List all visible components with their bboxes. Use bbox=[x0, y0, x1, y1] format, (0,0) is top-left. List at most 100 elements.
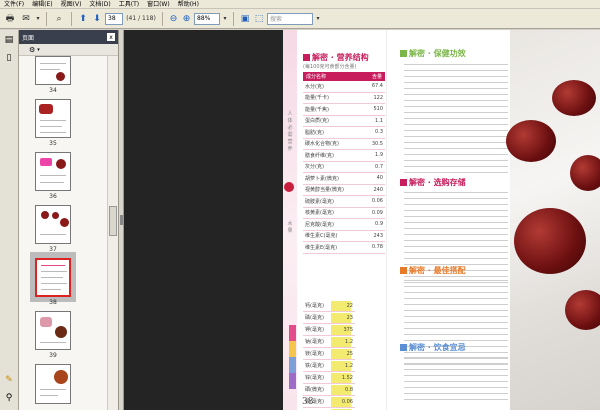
mineral-value: 0.06 bbox=[341, 398, 353, 405]
page-thumbnail[interactable] bbox=[35, 205, 71, 244]
menu-tools[interactable]: 工具(T) bbox=[115, 0, 143, 9]
comments-icon[interactable]: ✎ bbox=[3, 374, 15, 386]
mineral-name: 钾(毫克) bbox=[305, 327, 324, 333]
nutrient-name: 胡萝卜素(微克) bbox=[305, 175, 339, 182]
nutrient-name: 蛋白质(克) bbox=[305, 118, 329, 125]
pages-icon[interactable]: ▤ bbox=[3, 34, 15, 46]
nutrient-name: 硫胺素(毫克) bbox=[305, 198, 334, 205]
jujube-image bbox=[514, 208, 586, 274]
nutrient-name: 灰分(克) bbox=[305, 164, 324, 171]
gear-icon[interactable]: ⚙ bbox=[29, 46, 35, 54]
menu-help[interactable]: 帮助(H) bbox=[174, 0, 203, 9]
menu-document[interactable]: 文档(D) bbox=[85, 0, 114, 9]
find-icon[interactable]: ⌕ bbox=[52, 11, 66, 26]
table-row: 膳食纤维(克) 1.9 bbox=[303, 150, 385, 162]
table-row: 维生素E(毫克) 0.78 bbox=[303, 242, 385, 254]
nutrient-value: 1.1 bbox=[375, 117, 383, 124]
fit-page-icon[interactable]: ▣ bbox=[239, 11, 251, 26]
page-thumbnail[interactable] bbox=[35, 56, 71, 85]
table-row: 锌(毫克) 1.52 bbox=[303, 372, 355, 384]
nutrient-name: 视黄醇当量(微克) bbox=[305, 187, 344, 194]
color-tab bbox=[289, 341, 296, 357]
search-input[interactable]: 搜索 bbox=[267, 12, 313, 25]
color-tab bbox=[289, 373, 296, 389]
close-icon[interactable]: x bbox=[107, 33, 115, 41]
zoom-dropdown-icon[interactable]: ▾ bbox=[222, 11, 228, 26]
thumbnail-label: 39 bbox=[49, 352, 57, 359]
zoom-out-icon[interactable]: ⊖ bbox=[168, 11, 179, 26]
page-thumbnail-selected[interactable] bbox=[35, 258, 71, 297]
table-row: 镁(毫克) 25 bbox=[303, 348, 355, 360]
previous-page-icon[interactable]: ⬆ bbox=[77, 11, 89, 26]
toolbar-divider bbox=[71, 11, 72, 26]
nutrition-table: 成分名称 含量 水分(克) 67.4 能量(千卡) 122 能量(千焦) 510 蛋白质(克… bbox=[303, 72, 385, 254]
email-dropdown-icon[interactable]: ▾ bbox=[35, 11, 41, 26]
page-thumbnail[interactable] bbox=[35, 152, 71, 191]
nutrient-value: 30.5 bbox=[371, 140, 383, 147]
section-nutrition-subtitle: (每100克可食部分含量) bbox=[303, 64, 357, 70]
jujube-image bbox=[552, 80, 596, 116]
thumbnail-label: 34 bbox=[49, 87, 57, 94]
table-row: 脂肪(克) 0.3 bbox=[303, 127, 385, 139]
table-row: 磷(毫克) 23 bbox=[303, 312, 355, 324]
nutrient-name: 能量(千焦) bbox=[305, 106, 329, 113]
page-side-stripe: 人体必需营养 水果 bbox=[283, 30, 297, 410]
menu-view[interactable]: 视图(V) bbox=[57, 0, 86, 9]
nutrient-value: 0.9 bbox=[375, 221, 383, 228]
mineral-name: 硒(微克) bbox=[305, 387, 324, 393]
table-row: 钾(毫克) 375 bbox=[303, 324, 355, 336]
menu-file[interactable]: 文件(F) bbox=[0, 0, 28, 9]
splitter-grip[interactable] bbox=[120, 215, 123, 225]
nutrient-value: 243 bbox=[373, 232, 383, 239]
print-icon[interactable]: 🖶 bbox=[3, 11, 17, 26]
diet-text-block bbox=[404, 357, 508, 405]
section-bullet-icon bbox=[303, 54, 310, 61]
zoom-level-input[interactable]: 88% bbox=[194, 12, 220, 25]
next-page-icon[interactable]: ⬇ bbox=[91, 11, 103, 26]
mineral-value: 25 bbox=[346, 350, 353, 357]
nutrient-name: 能量(千卡) bbox=[305, 95, 329, 102]
nutrition-rows: 水分(克) 67.4 能量(千卡) 122 能量(千焦) 510 蛋白质(克) 1.1 脂肪(克… bbox=[303, 81, 385, 254]
nutrient-name: 脂肪(克) bbox=[305, 129, 324, 136]
zoom-in-icon[interactable]: ⊕ bbox=[181, 11, 192, 26]
section-pairing-heading: 解密 · 最佳搭配 bbox=[400, 265, 466, 276]
thumbnail-scrollbar[interactable] bbox=[107, 56, 118, 410]
section-bullet-icon bbox=[400, 50, 407, 57]
table-row: 水分(克) 67.4 bbox=[303, 81, 385, 93]
toolbar: 🖶 ✉ ▾ ⌕ ⬆ ⬇ 38 (41 / 118) ⊖ ⊕ 88% ▾ ▣ ⬚ … bbox=[0, 9, 600, 29]
jujube-photo bbox=[506, 30, 600, 410]
options-dropdown-icon[interactable]: ▾ bbox=[37, 47, 40, 53]
page-number-input[interactable]: 38 bbox=[105, 12, 123, 25]
search-dropdown-icon[interactable]: ▾ bbox=[315, 11, 321, 26]
nutrient-value: 40 bbox=[376, 175, 383, 182]
page-thumbnail[interactable] bbox=[35, 311, 71, 350]
table-row: 碳水化合物(克) 30.5 bbox=[303, 139, 385, 150]
page-number: 38 bbox=[302, 397, 314, 407]
menu-edit[interactable]: 编辑(E) bbox=[28, 0, 56, 9]
nutrient-name: 膳食纤维(克) bbox=[305, 152, 334, 159]
page-thumbnail[interactable] bbox=[35, 99, 71, 138]
email-icon[interactable]: ✉ bbox=[19, 11, 33, 26]
table-row: 能量(千卡) 122 bbox=[303, 93, 385, 104]
menu-window[interactable]: 窗口(W) bbox=[143, 0, 174, 9]
section-bullet-icon bbox=[400, 267, 407, 274]
nutrient-value: 1.9 bbox=[375, 152, 383, 159]
mineral-value: 1.52 bbox=[341, 374, 353, 381]
document-spread[interactable]: 人体必需营养 水果 解密 · 营养结构 (每100克可食部分含量) 成分名称 含… bbox=[283, 30, 600, 410]
attachments-icon[interactable]: ▯ bbox=[3, 52, 15, 64]
nutrient-value: 0.3 bbox=[375, 129, 383, 136]
fit-width-icon[interactable]: ⬚ bbox=[253, 11, 265, 26]
mineral-name: 镁(毫克) bbox=[305, 351, 324, 357]
page-thumbnail[interactable] bbox=[35, 364, 71, 404]
nutrient-value: 67.4 bbox=[371, 83, 383, 90]
table-row: 灰分(克) 0.7 bbox=[303, 162, 385, 173]
mineral-value: 1.2 bbox=[345, 362, 353, 369]
scrollbar-thumb[interactable] bbox=[109, 206, 117, 236]
page-gutter bbox=[386, 30, 400, 410]
menu-bar: 文件(F) 编辑(E) 视图(V) 文档(D) 工具(T) 窗口(W) 帮助(H… bbox=[0, 0, 600, 9]
paperclip-icon[interactable]: ⚲ bbox=[3, 392, 15, 404]
jujube-image bbox=[565, 290, 600, 330]
mineral-table: 钙(毫克) 22 磷(毫克) 23 钾(毫克) 375 钠(毫克) 1.2 镁(毫克) 25 铁(毫… bbox=[303, 300, 355, 410]
table-row: 尼克酸(毫克) 0.9 bbox=[303, 219, 385, 231]
section-nutrition-heading: 解密 · 营养结构 bbox=[303, 52, 369, 63]
